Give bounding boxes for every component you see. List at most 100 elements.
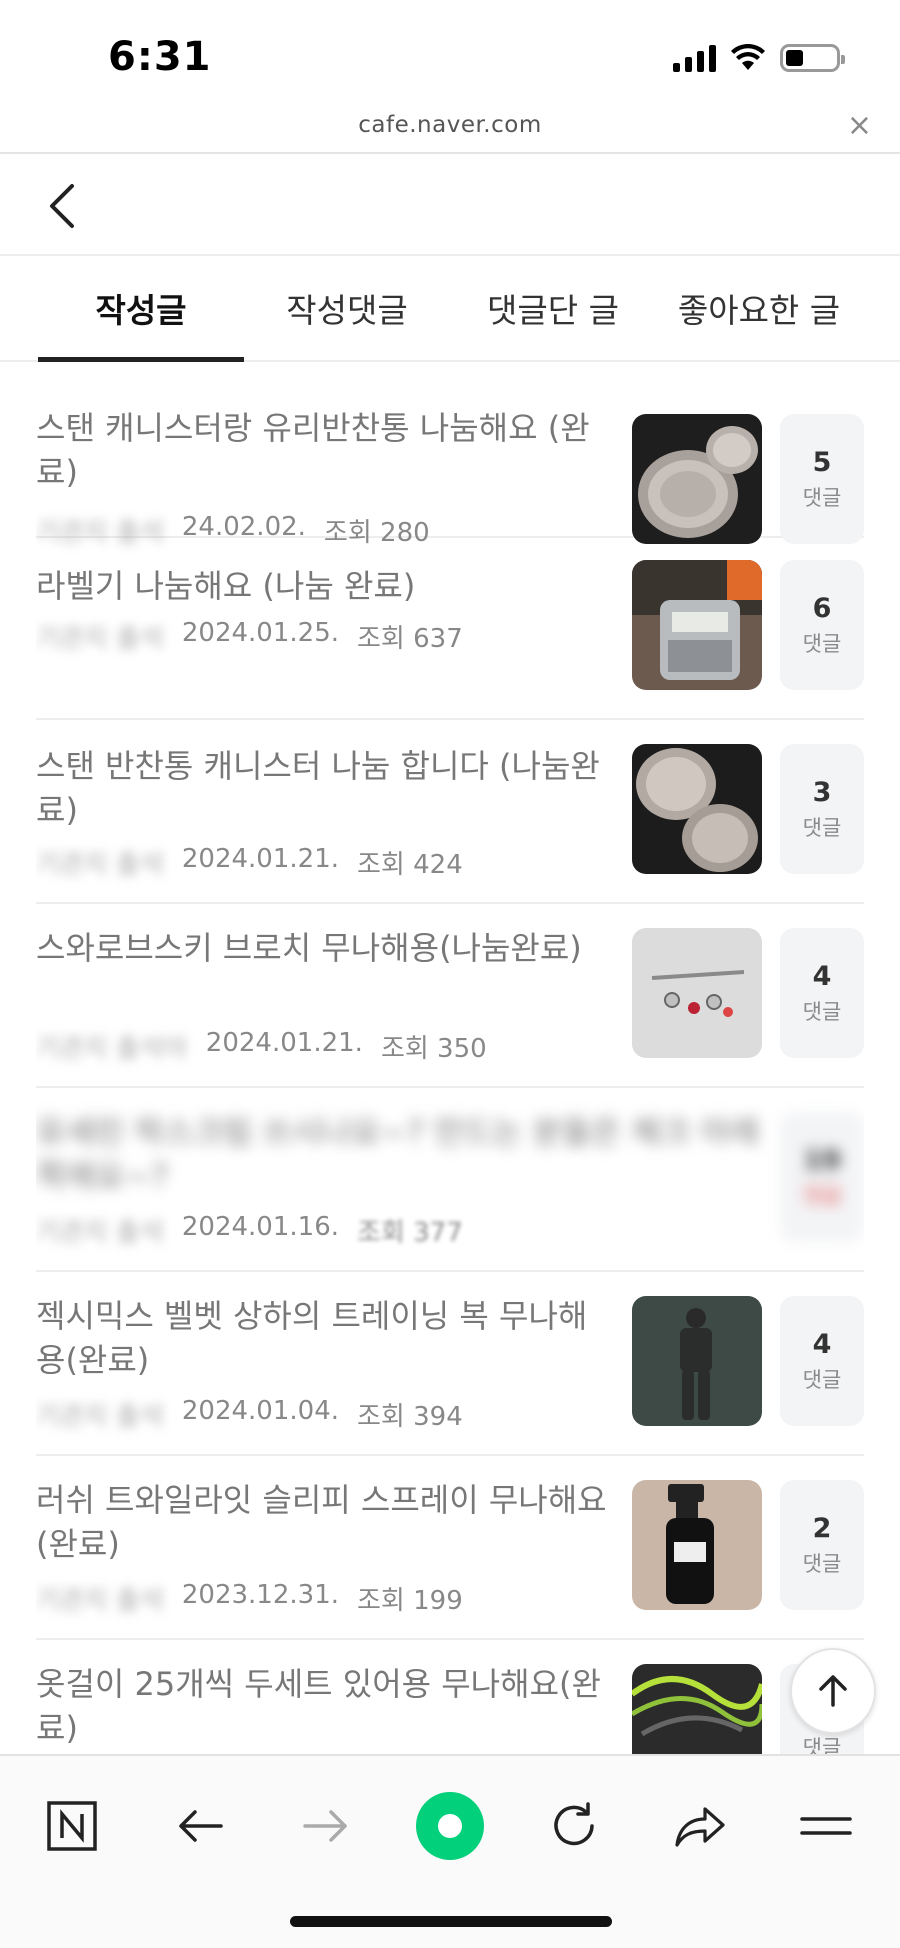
post-thumbnail[interactable]	[632, 414, 762, 544]
comment-count: 4	[812, 960, 832, 992]
post-date: 2024.01.04.	[181, 1396, 340, 1426]
battery-icon	[780, 44, 845, 72]
comment-label: 댓글	[802, 485, 842, 510]
comment-label: 댓글	[802, 1735, 842, 1755]
post-title[interactable]: 스탠 반찬통 캐니스터 나눔 합니다 (나눔완료)	[36, 744, 616, 832]
post-author: 기관지 출석	[36, 1218, 164, 1248]
list-item[interactable]: 러쉬 트와일라잇 슬리피 스프레이 무나해요 (완료) 기관지 출석 2023.…	[36, 1456, 864, 1640]
post-title[interactable]: 스탠 캐니스터랑 유리반찬통 나눔해요 (완료)	[36, 406, 616, 494]
comment-count-box[interactable]: 4 댓글	[780, 928, 864, 1058]
back-nav-button[interactable]	[164, 1790, 236, 1862]
list-item[interactable]: 스와로브스키 브로치 무나해용(나눔완료) 기관지 출석아 2024.01.21…	[36, 904, 864, 1088]
velvet-set-photo	[632, 1296, 762, 1426]
naver-home-button[interactable]	[36, 1790, 108, 1862]
post-date: 2023.12.31.	[181, 1580, 340, 1610]
refresh-icon	[554, 1802, 594, 1846]
share-button[interactable]	[664, 1790, 736, 1862]
post-views: 조회 377	[357, 1218, 463, 1248]
post-meta: 기관지 출석 2024.01.16. 조회 377	[36, 1212, 463, 1249]
status-bar: 6:31	[0, 0, 900, 110]
tab-my-comments[interactable]: 작성댓글	[244, 256, 450, 360]
spray-photo	[632, 1480, 762, 1610]
list-item[interactable]: 스탠 반찬통 캐니스터 나눔 합니다 (나눔완료) 기관지 출석 2024.01…	[36, 720, 864, 904]
forward-arrow-icon	[303, 1810, 347, 1842]
comment-label: 댓글	[802, 631, 842, 656]
post-title[interactable]: 스와로브스키 브로치 무나해용(나눔완료)	[36, 926, 616, 970]
back-button[interactable]	[36, 178, 92, 234]
refresh-button[interactable]	[538, 1790, 610, 1862]
comment-count-box[interactable]: 19 댓글	[780, 1112, 864, 1242]
post-thumbnail[interactable]	[632, 1296, 762, 1426]
post-title[interactable]: 러쉬 트와일라잇 슬리피 스프레이 무나해요 (완료)	[36, 1478, 616, 1566]
list-item[interactable]: 스탠 캐니스터랑 유리반찬통 나눔해요 (완료) 기관지 출석 24.02.02…	[36, 362, 864, 548]
steel-container-photo	[632, 744, 762, 874]
list-item[interactable]: 젝시믹스 벨벳 상하의 트레이닝 복 무나해용(완료) 기관지 출석 2024.…	[36, 1272, 864, 1456]
post-list: 스탠 캐니스터랑 유리반찬통 나눔해요 (완료) 기관지 출석 24.02.02…	[36, 362, 864, 1754]
status-icons	[673, 44, 845, 72]
post-title[interactable]: 옷걸이 25개씩 두세트 있어용 무나해요(완료)	[36, 1662, 616, 1750]
comment-label: 댓글	[802, 1551, 842, 1576]
comment-count: 5	[812, 446, 832, 478]
post-author: 기관지 출석	[36, 850, 164, 880]
tab-bar: 작성글 작성댓글 댓글단 글 좋아요한 글	[0, 256, 900, 362]
comment-count-box[interactable]: 6 댓글	[780, 560, 864, 690]
list-item[interactable]: 라벨기 나눔해요 (나눔 완료) 기관지 출석 2024.01.25. 조회 6…	[36, 538, 864, 720]
green-dot-icon	[416, 1792, 484, 1860]
brooch-photo	[632, 928, 762, 1058]
post-thumbnail[interactable]	[632, 928, 762, 1058]
post-views: 조회 424	[357, 850, 463, 880]
tab-liked-posts[interactable]: 좋아요한 글	[656, 256, 862, 360]
post-author: 기관지 출석	[36, 1586, 164, 1616]
list-item[interactable]: 옷걸이 25개씩 두세트 있어용 무나해요(완료) 4 댓글	[36, 1640, 864, 1754]
post-date: 2024.01.21.	[205, 1028, 363, 1058]
post-author: 기관지 출석아	[36, 1034, 188, 1064]
list-item[interactable]: 유세린 락스크림 쓰시나요~? 만드는 분들은 체크 아래쪽에요~? 기관지 출…	[36, 1088, 864, 1272]
post-date: 2024.01.25.	[181, 618, 340, 648]
arrow-up-icon	[819, 1675, 847, 1707]
comment-count-box[interactable]: 2 댓글	[780, 1480, 864, 1610]
comment-count-box[interactable]: 4 댓글	[780, 1296, 864, 1426]
tab-my-posts[interactable]: 작성글	[38, 256, 244, 362]
wifi-icon	[731, 44, 765, 70]
scroll-top-button[interactable]	[790, 1648, 876, 1734]
naver-n-icon	[47, 1801, 97, 1851]
steel-canister-photo	[632, 414, 762, 544]
post-meta: 기관지 출석아 2024.01.21. 조회 350	[36, 1028, 487, 1065]
post-date: 2024.01.16.	[181, 1212, 340, 1242]
menu-button[interactable]	[790, 1790, 862, 1862]
post-date: 2024.01.21.	[181, 844, 340, 874]
cellular-signal-icon	[673, 44, 716, 72]
page-header	[0, 156, 900, 256]
post-views: 조회 637	[357, 624, 463, 654]
menu-icon	[800, 1817, 852, 1835]
close-icon[interactable]: ×	[847, 108, 872, 143]
comment-count: 6	[812, 592, 832, 624]
chevron-left-icon	[50, 184, 74, 228]
status-time: 6:31	[108, 34, 212, 80]
comment-label: 댓글	[802, 815, 842, 840]
comment-label: 댓글	[802, 1367, 842, 1392]
comment-count: 4	[812, 1328, 832, 1360]
post-thumbnail[interactable]	[632, 1480, 762, 1610]
post-thumbnail[interactable]	[632, 560, 762, 690]
comment-label: 댓글	[802, 999, 842, 1024]
post-thumbnail[interactable]	[632, 744, 762, 874]
post-meta: 기관지 출석 2024.01.25. 조회 637	[36, 618, 463, 655]
post-views: 조회 394	[357, 1402, 463, 1432]
post-title[interactable]: 젝시믹스 벨벳 상하의 트레이닝 복 무나해용(완료)	[36, 1294, 616, 1382]
post-thumbnail[interactable]	[632, 1664, 762, 1754]
comment-label: 댓글	[802, 1183, 842, 1208]
tab-commented-posts[interactable]: 댓글단 글	[450, 256, 656, 360]
post-title[interactable]: 라벨기 나눔해요 (나눔 완료)	[36, 564, 616, 608]
label-maker-photo	[632, 560, 762, 690]
home-indicator	[290, 1916, 612, 1927]
post-title[interactable]: 유세린 락스크림 쓰시나요~? 만드는 분들은 체크 아래쪽에요~?	[36, 1110, 776, 1198]
comment-count-box[interactable]: 3 댓글	[780, 744, 864, 874]
url-text: cafe.naver.com	[358, 112, 542, 138]
forward-nav-button[interactable]	[290, 1790, 362, 1862]
url-bar[interactable]: cafe.naver.com ×	[0, 104, 900, 154]
comment-count-box[interactable]: 5 댓글	[780, 414, 864, 544]
green-dot-button[interactable]	[414, 1790, 486, 1862]
post-views: 조회 199	[357, 1586, 463, 1616]
share-icon	[675, 1807, 725, 1847]
